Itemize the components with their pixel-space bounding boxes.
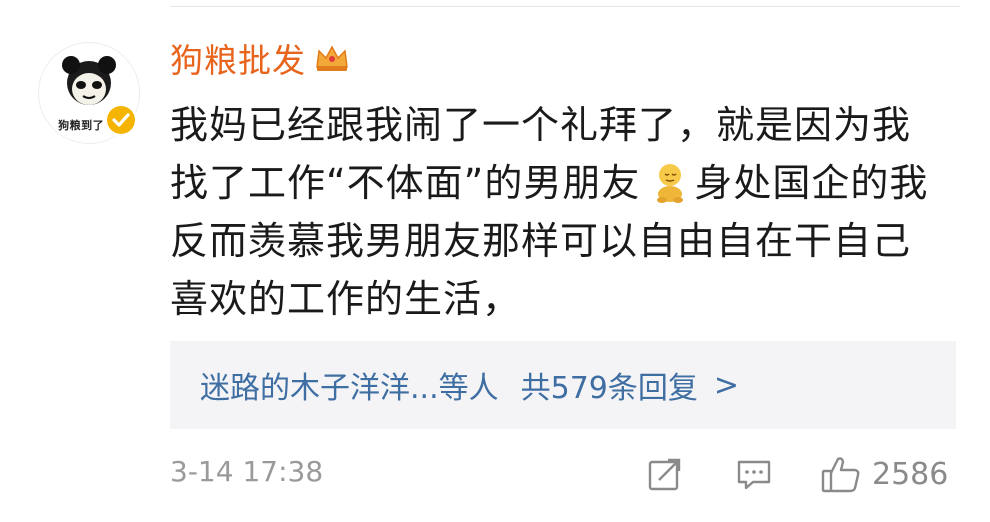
like-button[interactable]: 2586 (820, 452, 948, 496)
post-line-with-emoji: 找了工作“不体面”的男朋友 身处国企的我 (170, 154, 960, 212)
post-line: 喜欢的工作的生活， (170, 277, 522, 321)
post-line-text: 身处国企的我 (694, 161, 929, 205)
like-count: 2586 (872, 456, 949, 492)
post-line-text: 找了工作“不体面”的男朋友 (170, 161, 641, 205)
comment-button[interactable] (735, 452, 773, 496)
sitting-emoji-icon (657, 164, 684, 203)
post-line: 我妈已经跟我闹了一个礼拜了，就是因为我 (170, 103, 912, 147)
verified-badge (104, 103, 138, 137)
thumbs-up-icon (821, 457, 860, 493)
username[interactable]: 狗粮批发 (170, 34, 306, 82)
top-divider (170, 6, 960, 7)
post-body: 我妈已经跟我闹了一个礼拜了，就是因为我 找了工作“不体面”的男朋友 身处国企的我… (170, 96, 960, 328)
chevron-right-icon: > (713, 367, 740, 403)
comment-icon (737, 460, 771, 490)
crown-icon (316, 45, 348, 71)
reply-authors: 迷路的木子洋洋... (200, 371, 439, 406)
reply-count: 共579条回复 (520, 371, 698, 406)
username-row: 狗粮批发 (170, 36, 350, 80)
share-button[interactable] (646, 452, 684, 496)
post-line: 反而羡慕我男朋友那样可以自由自在干自己 (170, 219, 912, 263)
verified-badge-icon (107, 106, 135, 134)
reply-authors-suffix: 等人 (438, 371, 499, 406)
replies-preview[interactable]: 迷路的木子洋洋... 等人 共579条回复 > (170, 341, 956, 429)
share-icon (648, 458, 681, 491)
timestamp: 3-14 17:38 (170, 455, 324, 488)
